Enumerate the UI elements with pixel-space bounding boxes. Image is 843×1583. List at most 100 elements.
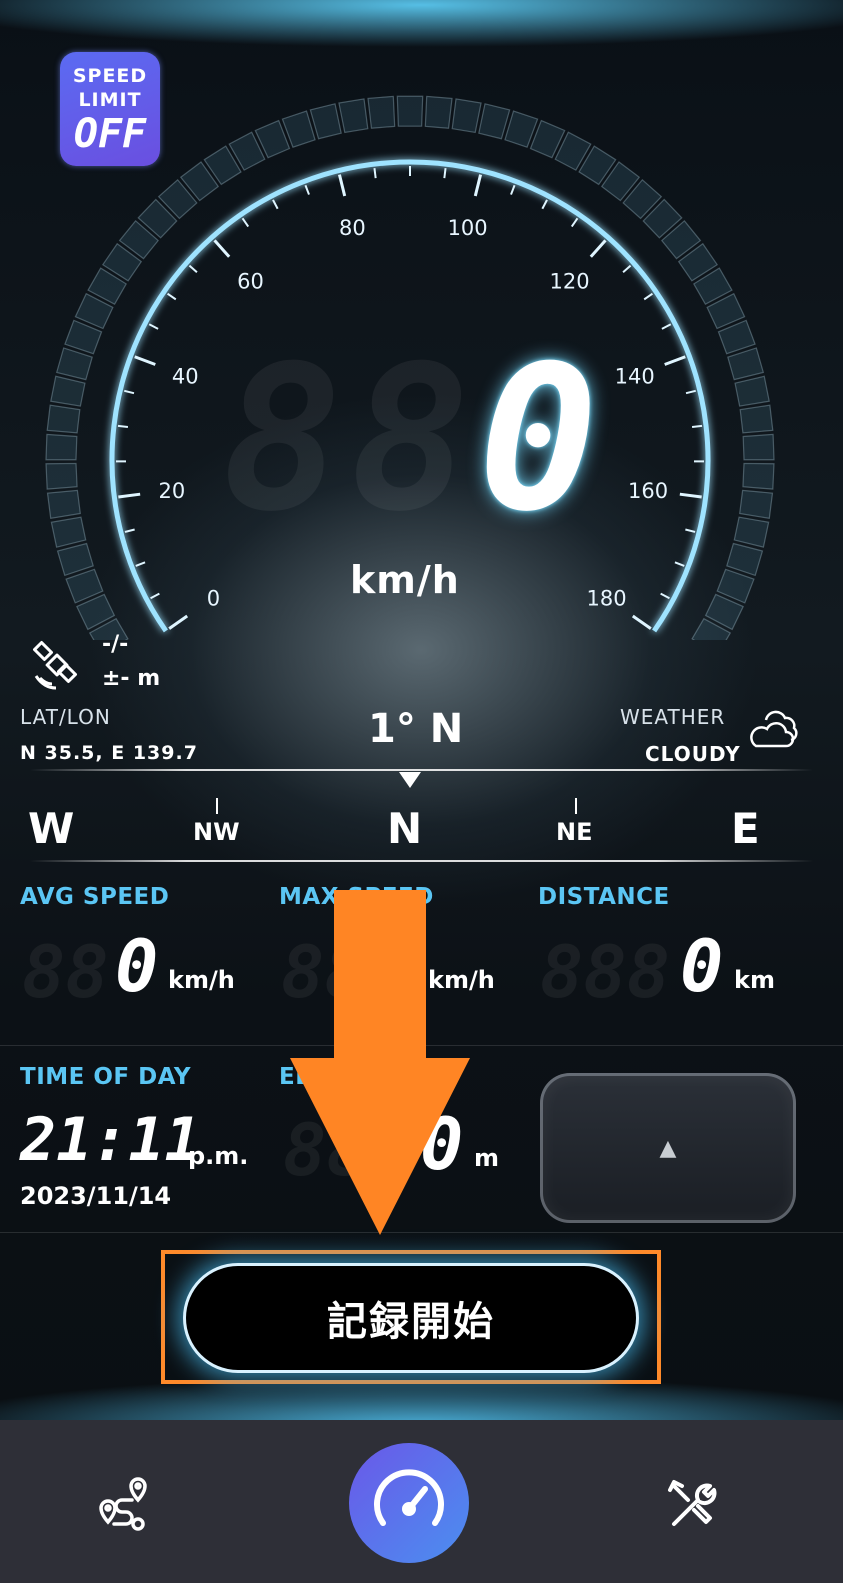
gauge-outer-segment: [50, 375, 86, 407]
gauge-minor-tick: [241, 217, 250, 228]
ghost-digit: 8: [222, 323, 343, 556]
distance-value: 0: [680, 924, 724, 1008]
gauge-minor-tick: [691, 424, 703, 429]
gauge-minor-tick: [510, 184, 516, 195]
gauge-outer-segment: [739, 489, 774, 520]
tab-speedometer[interactable]: [349, 1443, 469, 1563]
gauge-minor-tick: [373, 168, 377, 179]
gauge-minor-tick: [685, 528, 696, 533]
gauge-tick-label: 160: [628, 479, 668, 503]
gauge-outer-segment: [739, 404, 774, 434]
gauge-major-tick: [664, 355, 686, 366]
compass-pointer: [399, 772, 421, 788]
cloud-icon: [750, 710, 798, 748]
gauge-outer-segment: [726, 542, 764, 577]
gauge-tick-label: 80: [339, 216, 366, 240]
speed-unit: km/h: [350, 558, 460, 602]
gauge-major-tick: [213, 239, 231, 258]
compass-label-n: N: [387, 804, 423, 853]
gauge-minor-tick: [660, 592, 670, 600]
gps-fix: -/-: [102, 632, 129, 657]
gauge-major-tick: [168, 614, 189, 630]
up-arrow-icon: ▲: [659, 1135, 677, 1161]
ghost-digit: 8: [350, 323, 471, 556]
gauge-minor-tick: [674, 561, 685, 567]
gauge-minor-tick: [117, 424, 129, 429]
latlon-value: N 35.5, E 139.7: [20, 742, 198, 764]
gauge-outer-segment: [45, 462, 78, 490]
gauge-minor-tick: [135, 561, 146, 567]
gauge-outer-segment: [56, 542, 94, 577]
compass-tick: [575, 798, 577, 814]
gps-accuracy: ±- m: [102, 666, 161, 691]
time-of-day-label: TIME OF DAY: [20, 1064, 191, 1090]
start-recording-button[interactable]: 記録開始: [186, 1266, 636, 1370]
speedometer-icon: [374, 1469, 444, 1526]
gauge-minor-tick: [148, 323, 159, 330]
gauge-minor-tick: [685, 389, 696, 395]
gauge-major-tick: [337, 174, 347, 197]
gauge-minor-tick: [622, 264, 632, 273]
heading-readout: 1° N: [368, 706, 464, 752]
ghost-digit: 88: [22, 930, 109, 1014]
speed-limit-state: OFF: [73, 111, 147, 157]
avg-speed-value: 0: [115, 924, 159, 1008]
gauge-outer-segment: [742, 462, 775, 490]
speed-limit-title: SPEED LIMIT: [72, 65, 148, 111]
gauge-tick-label: 100: [448, 216, 488, 240]
weather-value: CLOUDY: [645, 742, 741, 766]
gauge-outer-segment: [727, 347, 765, 381]
time-ampm: p.m.: [188, 1142, 249, 1170]
compass-label-w: W: [28, 804, 75, 853]
gauge-outer-segment: [338, 98, 369, 134]
expand-panel-button[interactable]: ▲: [540, 1073, 796, 1223]
gauge-outer-segment: [309, 103, 342, 140]
ghost-digit: 888: [540, 930, 671, 1014]
gauge-tick-label: 60: [237, 270, 264, 294]
gauge-minor-tick: [188, 264, 198, 273]
gauge-outer-segment: [733, 516, 770, 548]
elevation-unit: m: [474, 1144, 500, 1172]
distance-label: DISTANCE: [538, 884, 670, 910]
gauge-tick-label: 40: [172, 365, 199, 389]
avg-speed-label: AVG SPEED: [20, 884, 170, 910]
satellite-icon: [33, 641, 77, 690]
compass-bottom-line: [30, 860, 813, 862]
compass-label-e: E: [731, 804, 760, 853]
current-speed: 0: [478, 323, 599, 556]
gauge-tick-label: 120: [550, 270, 590, 294]
gauge-outer-segment: [396, 95, 424, 127]
date-value: 2023/11/14: [20, 1182, 172, 1210]
gauge-outer-segment: [451, 98, 482, 134]
gauge-outer-segment: [367, 95, 396, 129]
time-of-day-value: 21:11: [20, 1105, 201, 1175]
gauge-minor-tick: [304, 184, 310, 195]
gauge-minor-tick: [541, 199, 548, 210]
gauge-minor-tick: [150, 592, 160, 600]
compass-label-ne: NE: [556, 818, 593, 846]
gauge-outer-segment: [424, 95, 453, 129]
gauge-minor-tick: [272, 199, 279, 210]
distance-unit: km: [734, 966, 775, 994]
gauge-outer-segment: [742, 433, 775, 461]
compass-label-nw: NW: [193, 818, 240, 846]
gauge-outer-segment: [45, 433, 78, 461]
gauge-minor-tick: [443, 168, 447, 179]
gauge-tick-label: 0: [207, 587, 220, 611]
gauge-minor-tick: [124, 389, 135, 395]
gauge-tick-label: 20: [159, 479, 186, 503]
route-icon[interactable]: [96, 1474, 156, 1534]
gauge-outer-segment: [478, 103, 511, 140]
gauge-tick-label: 180: [587, 587, 627, 611]
avg-speed-unit: km/h: [168, 966, 235, 994]
gauge-outer-segment: [55, 347, 93, 381]
latlon-label: LAT/LON: [20, 705, 111, 729]
tools-icon[interactable]: [664, 1476, 722, 1534]
speed-limit-badge[interactable]: SPEED LIMIT OFF: [60, 52, 160, 166]
gauge-major-tick: [473, 174, 483, 197]
gauge-minor-tick: [643, 292, 654, 301]
gauge-outer-segment: [46, 489, 81, 520]
compass-top-line: [30, 769, 813, 771]
gauge-outer-segment: [734, 375, 770, 407]
gauge-major-tick: [134, 355, 156, 366]
